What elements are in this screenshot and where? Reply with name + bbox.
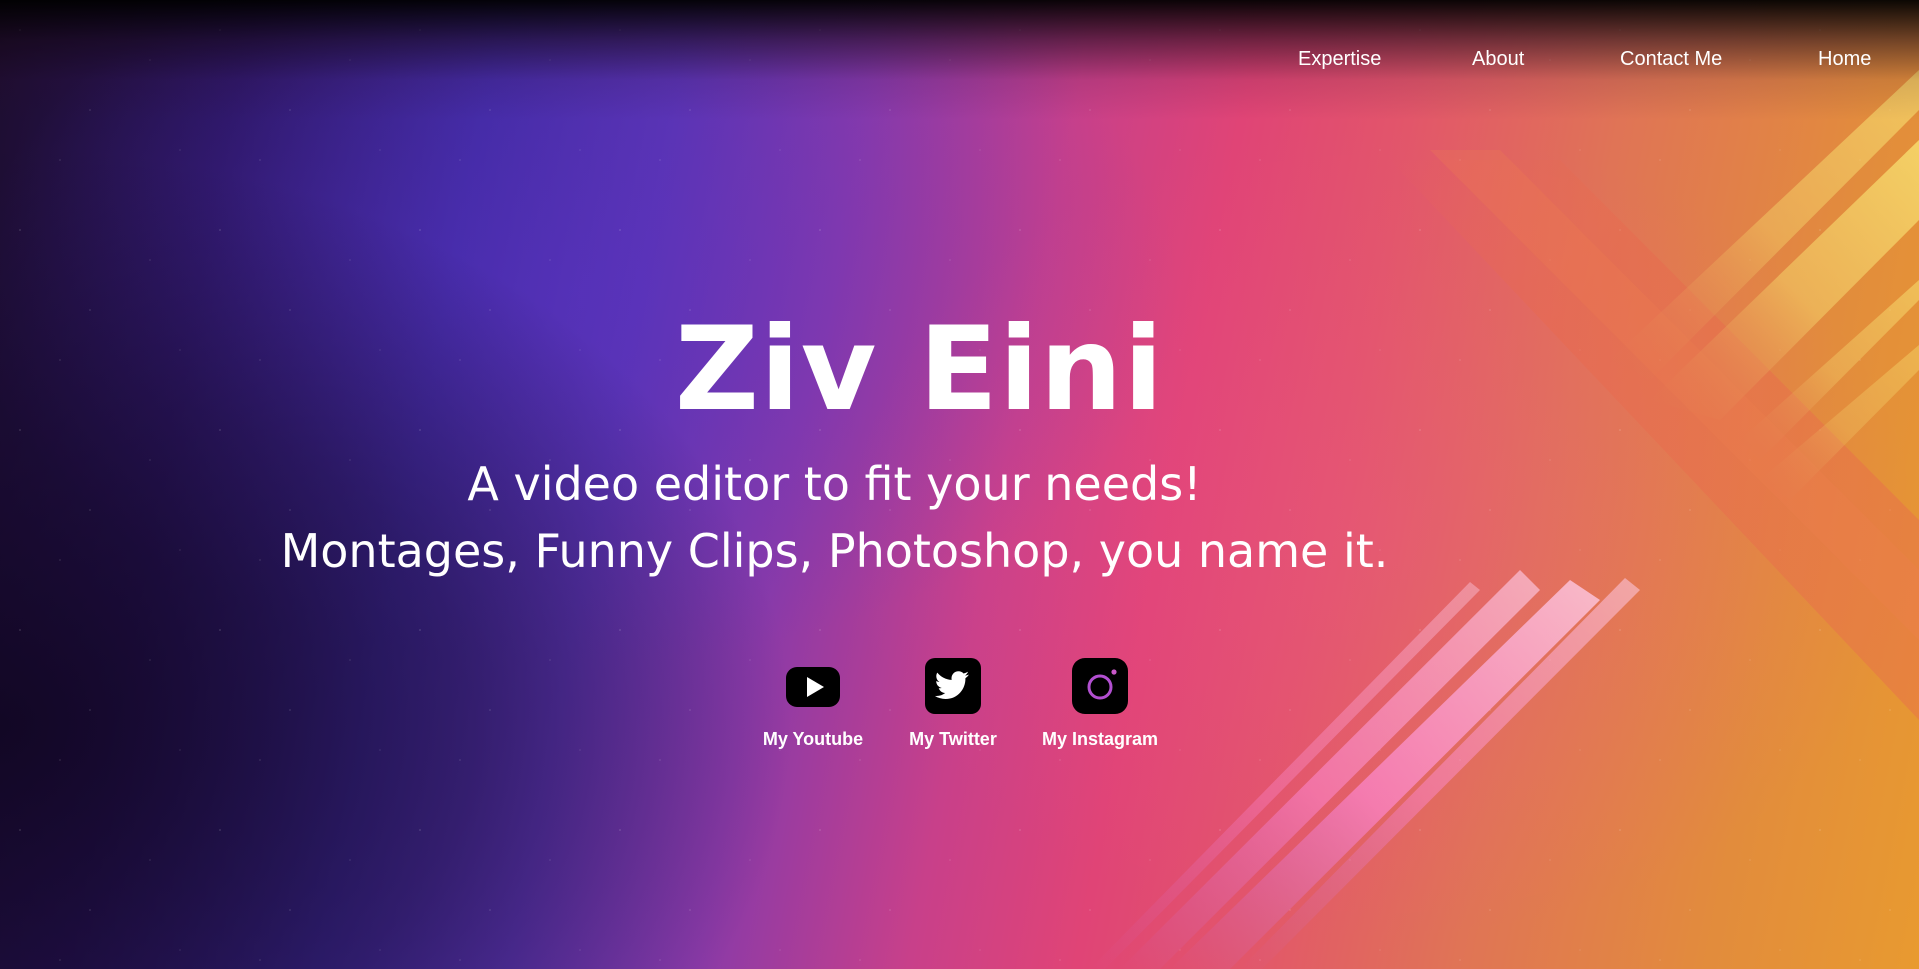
pink-stripe-1 [1120,570,1540,969]
youtube-label[interactable]: My Youtube [748,729,878,750]
tagline-line-1: A video editor to fit your needs! [467,457,1202,511]
twitter-label[interactable]: My Twitter [888,729,1018,750]
nav-link-home[interactable]: Home [1818,44,1871,74]
nav-link-expertise[interactable]: Expertise [1298,44,1381,74]
hero-background: Expertise About Contact Me Home Ziv Eini… [0,0,1919,969]
youtube-link[interactable]: My Youtube [748,657,878,750]
instagram-label[interactable]: My Instagram [1035,729,1165,750]
hero-title: Ziv Eini [674,301,1165,437]
twitter-icon[interactable] [924,657,982,715]
twitter-link[interactable]: My Twitter [888,657,1018,750]
instagram-link[interactable]: My Instagram [1035,657,1165,750]
instagram-icon[interactable] [1071,657,1129,715]
nav-link-about[interactable]: About [1472,44,1524,74]
top-nav: Expertise About Contact Me Home [0,44,1919,74]
pink-stripe-3 [1240,578,1640,969]
pink-stripe-2 [1170,580,1600,969]
youtube-icon[interactable] [784,657,842,715]
tagline-line-2: Montages, Funny Clips, Photoshop, you na… [280,524,1389,578]
nav-link-contact-me[interactable]: Contact Me [1620,44,1722,74]
